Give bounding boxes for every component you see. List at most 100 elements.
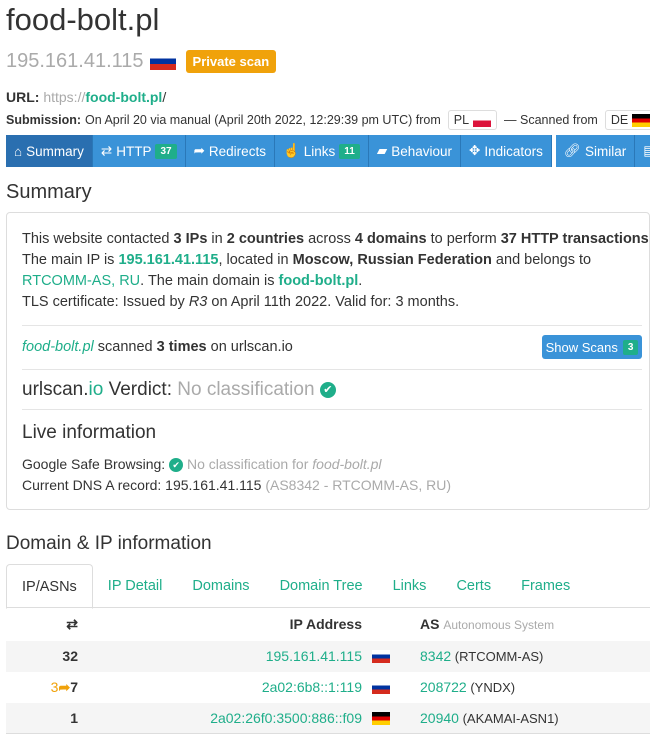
divider: [22, 325, 642, 326]
live-info-heading: Live information: [22, 422, 157, 443]
tab-domain-tree[interactable]: Domain Tree: [265, 564, 378, 607]
home-icon: ⌂: [14, 143, 23, 159]
url-label: URL:: [6, 89, 40, 105]
scan-country: DE: [604, 110, 650, 130]
http-count: 37: [155, 143, 177, 159]
tab-links[interactable]: Links: [378, 564, 442, 607]
exchange-icon[interactable]: ⇄: [66, 616, 78, 633]
check-icon: ✔: [319, 381, 336, 398]
asn-link[interactable]: 208722: [420, 679, 467, 695]
domain-link[interactable]: food-bolt.pl: [22, 339, 94, 355]
asn-link[interactable]: 20940: [420, 710, 459, 726]
as-header: AS: [420, 616, 440, 632]
table-row: 3➦7 2a02:6b8::1:119 208722 (YNDX): [6, 672, 650, 703]
divider: [22, 409, 642, 410]
table-row: 32 195.161.41.115 8342 (RTCOMM-AS): [6, 641, 650, 672]
domain-ip-tabs: IP/ASNs IP Detail Domains Domain Tree Li…: [6, 564, 650, 609]
ip-line: 195.161.41.115 Private scan: [6, 50, 277, 73]
ip-link[interactable]: 195.161.41.115: [266, 648, 362, 664]
as-name: (AKAMAI-ASN1): [462, 711, 559, 726]
as-subheader: Autonomous System: [443, 618, 555, 632]
url-prefix: https://: [43, 89, 86, 105]
germany-flag-icon: [372, 712, 390, 725]
request-count: 1: [70, 710, 78, 726]
tab-similar[interactable]: 🔗︎ Similar: [555, 135, 636, 167]
list-icon: ▤: [643, 143, 650, 158]
url-line: URL: https://food-bolt.pl/: [6, 89, 166, 105]
tab-ip-asns[interactable]: IP/ASNs: [6, 564, 93, 609]
links-count: 11: [339, 143, 360, 159]
tab-domains[interactable]: Domains: [177, 564, 264, 607]
russia-flag-icon: [149, 53, 176, 70]
tab-label: Behaviour: [391, 143, 453, 159]
thumbs-up-icon: ☝: [282, 143, 300, 158]
tab-links[interactable]: ☝ Links 11: [274, 135, 369, 167]
table-header: ⇄ IP Address AS Autonomous System: [6, 609, 650, 640]
private-scan-badge: Private scan: [185, 50, 277, 73]
show-scans-button[interactable]: Show Scans 3: [542, 335, 642, 359]
tab-indicators[interactable]: ✥ Indicators: [461, 135, 552, 167]
main-domain-link[interactable]: food-bolt.pl: [279, 273, 359, 289]
tab-label: Similar: [585, 143, 627, 159]
tab-certs[interactable]: Certs: [441, 564, 506, 607]
summary-heading: Summary: [6, 181, 92, 203]
asn-link[interactable]: RTCOMM-AS, RU: [22, 273, 140, 289]
tab-label: Summary: [26, 143, 84, 159]
tab-more[interactable]: ▤: [635, 135, 650, 167]
comment-icon: ▰: [376, 143, 388, 158]
scan-cc: DE: [610, 113, 629, 127]
russia-flag-icon: [372, 681, 390, 694]
link-icon: 🔗︎: [563, 143, 582, 158]
submission-line: Submission: On April 20 via manual (Apri…: [6, 110, 650, 130]
gsb-line: Google Safe Browsing: ✔ No classificatio…: [22, 456, 382, 473]
tab-http[interactable]: ⇄ HTTP 37: [92, 135, 186, 167]
check-icon: ✔: [169, 458, 184, 473]
germany-flag-icon: [632, 113, 650, 127]
tab-label: Indicators: [484, 143, 543, 159]
submission-label: Submission:: [6, 113, 82, 127]
as-name: (YNDX): [470, 680, 516, 695]
page-title: food-bolt.pl: [6, 2, 160, 37]
scanned-from-label: — Scanned from: [504, 113, 598, 127]
show-scans-label: Show Scans: [545, 339, 618, 355]
summary-line-3: RTCOMM-AS, RU. The main domain is food-b…: [22, 273, 363, 289]
ip-link[interactable]: 2a02:6b8::1:119: [262, 679, 362, 695]
tab-frames[interactable]: Frames: [506, 564, 585, 607]
url-suffix: /: [162, 89, 167, 105]
scanned-line: food-bolt.pl scanned 3 times on urlscan.…: [22, 339, 293, 355]
russia-flag-icon: [372, 650, 390, 663]
result-tabs: ⌂ Summary ⇄ HTTP 37 ➦ Redirects ☝ Links 11 ▰ Be…: [6, 135, 650, 167]
request-count: 7: [70, 679, 78, 695]
dns-line: Current DNS A record: 195.161.41.115 (AS…: [22, 477, 452, 493]
request-count: 32: [62, 648, 78, 664]
table-row: 1 2a02:26f0:3500:886::f09 20940 (AKAMAI-…: [6, 703, 650, 734]
main-ip-link[interactable]: 195.161.41.115: [118, 252, 218, 268]
from-country: PL: [447, 110, 498, 130]
divider: [22, 369, 642, 370]
tab-label: Links: [303, 143, 336, 159]
main-ip: 195.161.41.115: [6, 50, 144, 72]
tab-summary[interactable]: ⌂ Summary: [6, 135, 93, 167]
ip-header[interactable]: IP Address: [290, 616, 362, 632]
tab-redirects[interactable]: ➦ Redirects: [185, 135, 275, 167]
tab-behaviour[interactable]: ▰ Behaviour: [368, 135, 462, 167]
exchange-icon: ⇄: [100, 143, 113, 158]
scans-count: 3: [622, 339, 639, 355]
ip-link[interactable]: 2a02:26f0:3500:886::f09: [210, 710, 362, 726]
submission-text: On April 20 via manual (April 20th 2022,…: [85, 113, 441, 127]
as-name: (RTCOMM-AS): [454, 649, 544, 664]
tab-label: HTTP: [116, 143, 152, 159]
tls-line: TLS certificate: Issued by R3 on April 1…: [22, 294, 460, 310]
tab-label: Redirects: [208, 143, 266, 159]
url-domain-link[interactable]: food-bolt.pl: [85, 89, 162, 105]
share-icon: ➦: [193, 143, 205, 158]
asn-link[interactable]: 8342: [420, 648, 451, 664]
verdict: urlscan.io Verdict: No classification ✔: [22, 378, 336, 402]
tab-ip-detail[interactable]: IP Detail: [93, 564, 178, 607]
crosshair-icon: ✥: [469, 143, 481, 158]
summary-line-1: This website contacted 3 IPs in 2 countr…: [22, 231, 650, 247]
from-cc: PL: [453, 113, 470, 127]
summary-line-2: The main IP is 195.161.41.115, located i…: [22, 252, 592, 268]
redirect-arrow-icon: ➦: [58, 679, 71, 695]
domain-ip-heading: Domain & IP information: [6, 533, 212, 554]
